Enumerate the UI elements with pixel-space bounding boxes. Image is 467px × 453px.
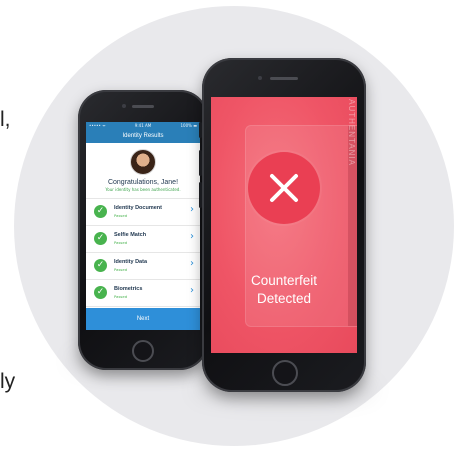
result-line-1: Counterfeit [250, 273, 318, 288]
back-phone-camera [122, 104, 126, 108]
avatar [130, 149, 156, 175]
cropped-text-bottom: ly [0, 370, 16, 393]
row-status: Passed [114, 294, 128, 299]
back-phone: ••••• ᯤ 9:41 AM 100% ▬ Identity Results … [78, 90, 208, 370]
congrats-title: Congratulations, Jane! [107, 179, 179, 186]
back-phone-speaker [132, 105, 154, 108]
volume-up-button [199, 150, 202, 176]
chevron-right-icon: › [190, 231, 194, 242]
congrats-subtitle: Your identity has been authenticated. [105, 187, 181, 192]
close-icon [270, 174, 298, 202]
back-phone-home-button [132, 340, 154, 362]
row-title: Identity Data [114, 259, 148, 265]
row-status: Passed [114, 213, 128, 218]
front-phone-screen: AUTHENTANIA Counterfeit Detected [211, 97, 357, 353]
row-title: Biometrics [114, 286, 143, 292]
check-icon: ✓ [94, 259, 107, 272]
front-phone-camera [258, 76, 262, 80]
chevron-right-icon: › [190, 258, 194, 269]
status-bar: ••••• ᯤ 9:41 AM 100% ▬ [86, 122, 200, 129]
row-status: Passed [114, 240, 128, 245]
row-title: Selfie Match [114, 232, 147, 238]
result-row-biometrics[interactable]: ✓ Biometrics Passed › [86, 280, 200, 307]
check-icon: ✓ [94, 286, 107, 299]
result-row-identity-data[interactable]: ✓ Identity Data Passed › [86, 253, 200, 280]
check-icon: ✓ [94, 232, 107, 245]
row-status: Passed [114, 267, 128, 272]
nav-title: Identity Results [86, 129, 200, 143]
chevron-right-icon: › [190, 204, 194, 215]
volume-down-button [199, 182, 202, 208]
chevron-right-icon: › [190, 285, 194, 296]
card-brand-text: AUTHENTANIA [347, 99, 356, 166]
front-phone-home-button [272, 360, 298, 386]
result-row-identity-document[interactable]: ✓ Identity Document Passed › [86, 199, 200, 226]
check-icon: ✓ [94, 205, 107, 218]
mute-switch [199, 122, 202, 138]
failure-badge [248, 152, 320, 224]
front-phone-speaker [270, 77, 298, 80]
battery-indicator: 100% ▬ [180, 123, 198, 128]
next-button[interactable]: Next [86, 308, 200, 330]
row-title: Identity Document [114, 205, 162, 211]
results-list: ✓ Identity Document Passed › ✓ Selfie Ma… [86, 198, 200, 307]
back-phone-screen: ••••• ᯤ 9:41 AM 100% ▬ Identity Results … [86, 122, 200, 330]
cropped-text-top: l, [0, 108, 11, 131]
result-row-selfie-match[interactable]: ✓ Selfie Match Passed › [86, 226, 200, 253]
front-phone: AUTHENTANIA Counterfeit Detected [199, 58, 366, 392]
result-line-2: Detected [256, 291, 312, 306]
